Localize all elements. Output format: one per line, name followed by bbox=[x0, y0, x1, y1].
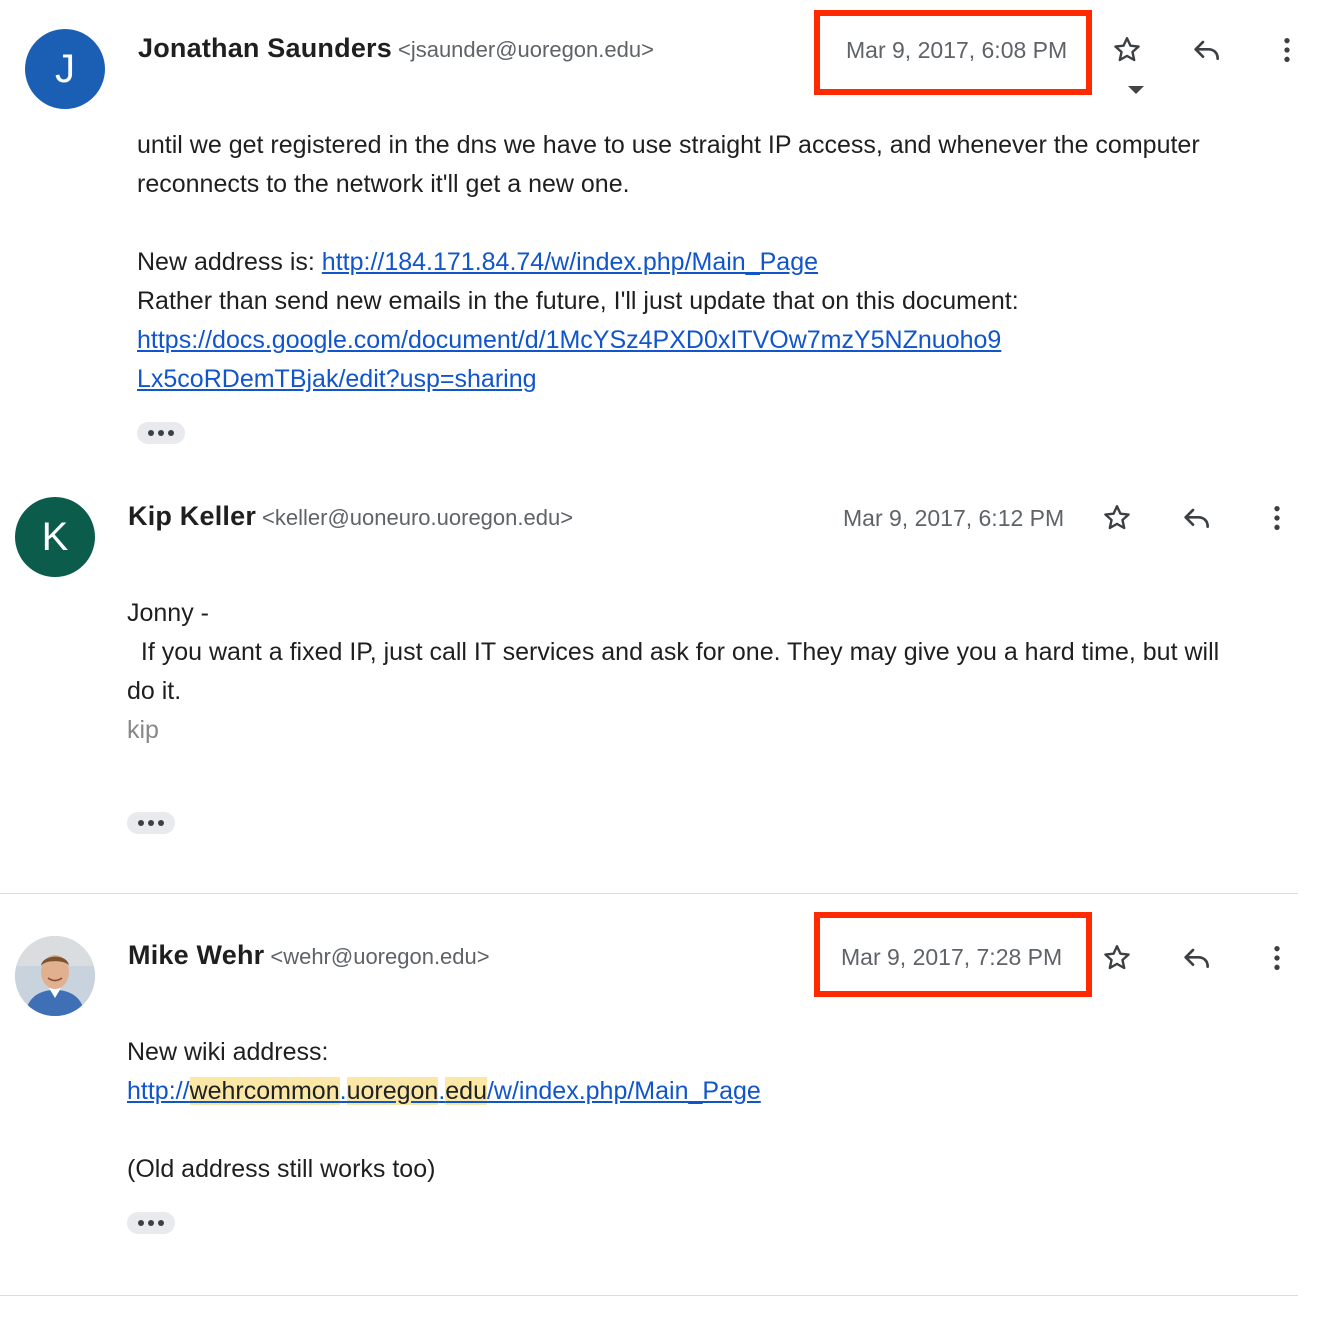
body-line: New wiki address: bbox=[127, 1038, 329, 1066]
body-line: (Old address still works too) bbox=[127, 1155, 436, 1183]
star-button[interactable] bbox=[1093, 934, 1141, 982]
message-date[interactable]: Mar 9, 2017, 7:28 PM bbox=[841, 944, 1062, 971]
star-icon bbox=[1104, 945, 1130, 970]
email-thread: J Jonathan Saunders <jsaunder@uoregon.edu… bbox=[0, 0, 1320, 1323]
sender-email: <wehr@uoregon.edu> bbox=[270, 944, 490, 969]
more-options-button[interactable] bbox=[1253, 934, 1301, 982]
sender-name[interactable]: Mike Wehr bbox=[128, 940, 264, 970]
reply-icon bbox=[1184, 948, 1209, 968]
show-trimmed-content-button[interactable] bbox=[127, 1212, 175, 1234]
user-photo-icon bbox=[15, 936, 95, 1016]
search-highlight: wehrcommon bbox=[189, 1077, 340, 1105]
sender: Mike Wehr <wehr@uoregon.edu> bbox=[128, 940, 490, 971]
avatar[interactable] bbox=[15, 936, 95, 1016]
divider bbox=[0, 1295, 1298, 1296]
ellipsis-icon bbox=[138, 1220, 144, 1226]
search-highlight: uoregon bbox=[346, 1077, 439, 1105]
search-highlight: edu bbox=[445, 1077, 487, 1105]
link-prefix: http:// bbox=[127, 1077, 190, 1105]
wiki-link[interactable]: http://wehrcommon.uoregon.edu/w/index.ph… bbox=[127, 1077, 761, 1105]
message-body: New wiki address: http://wehrcommon.uore… bbox=[127, 1033, 761, 1189]
link-suffix: /w/index.php/Main_Page bbox=[486, 1077, 761, 1105]
more-vert-icon bbox=[1274, 946, 1280, 970]
body-line: http://wehrcommon.uoregon.edu/w/index.ph… bbox=[127, 1072, 761, 1111]
link-dot: . bbox=[339, 1077, 347, 1105]
reply-button[interactable] bbox=[1173, 934, 1221, 982]
message-3: Mike Wehr <wehr@uoregon.edu> Mar 9, 2017,… bbox=[0, 0, 1298, 1296]
